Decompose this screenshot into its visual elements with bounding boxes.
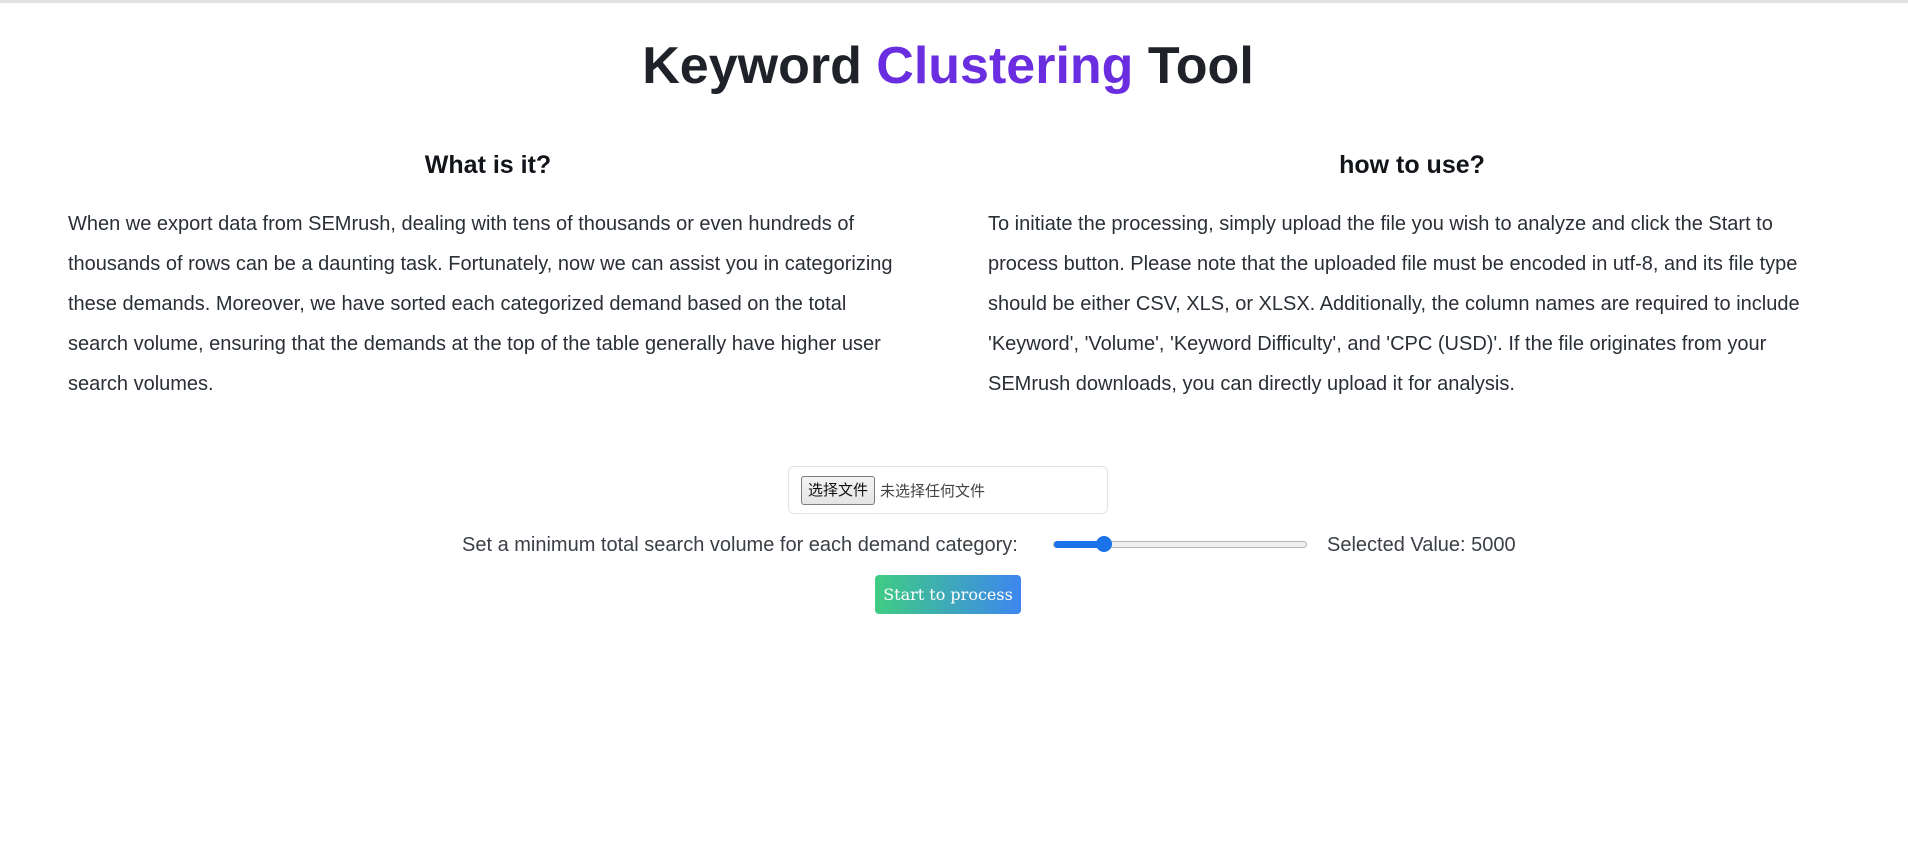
min-volume-label: Set a minimum total search volume for ea… <box>462 534 1018 556</box>
page-title: Keyword Clustering Tool <box>0 34 1896 98</box>
how-to-use-text: To initiate the processing, simply uploa… <box>988 213 1800 395</box>
min-volume-row: Set a minimum total search volume for ea… <box>0 530 1896 560</box>
title-part-2: Tool <box>1133 37 1254 95</box>
how-to-use-section: how to use? To initiate the processing, … <box>988 148 1836 404</box>
title-part-1: Keyword <box>642 37 877 95</box>
what-is-it-text: When we export data from SEMrush, dealin… <box>68 213 893 395</box>
file-status-text: 未选择任何文件 <box>880 481 986 500</box>
what-is-it-heading: What is it? <box>424 151 552 179</box>
what-is-it-section: What is it? When we export data from SEM… <box>68 148 908 404</box>
choose-file-button[interactable]: 选择文件 <box>801 475 876 505</box>
how-to-use-heading: how to use? <box>1339 151 1485 179</box>
slider-thumb[interactable] <box>1096 536 1113 552</box>
min-volume-slider[interactable] <box>1053 536 1307 552</box>
start-process-button[interactable]: Start to process <box>875 575 1021 614</box>
file-upload-field[interactable]: 选择文件 未选择任何文件 <box>788 466 1108 514</box>
selected-value-text: Selected Value: 5000 <box>1327 534 1516 556</box>
title-accent: Clustering <box>876 37 1134 95</box>
top-border <box>0 0 1908 3</box>
